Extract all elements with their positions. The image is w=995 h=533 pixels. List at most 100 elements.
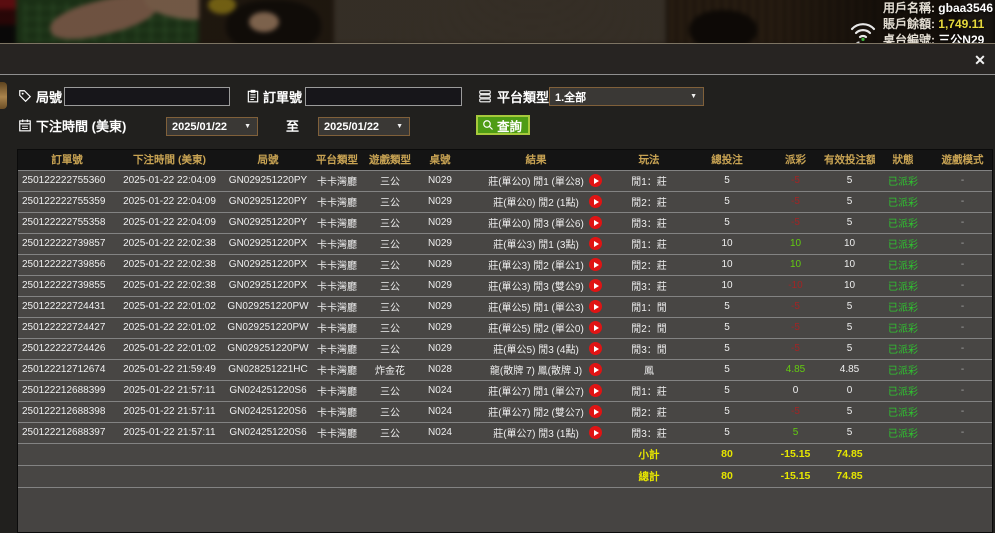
table-row: 250122212688397 2025-01-22 21:57:11 GN0242… — [18, 422, 992, 443]
date-to-select[interactable]: 2025/01/22 ▼ — [318, 117, 410, 136]
cell-status: 已派彩 — [888, 429, 918, 440]
cell-total: 5 — [724, 364, 730, 375]
cell-valid: 0 — [846, 385, 853, 396]
cell-game_type: 三公 — [380, 345, 400, 356]
replay-video-icon[interactable] — [589, 426, 602, 439]
cell-play: 閒2：莊 — [631, 198, 667, 209]
cell-total: 5 — [724, 427, 730, 438]
live-video-bar: 1 2 用戶名稱: gbaa3546 賬戶餘額: 1,749.11 桌台編號: … — [0, 0, 995, 44]
cell-valid: 5 — [846, 406, 853, 417]
cell-result: 莊(單公0) 閒2 (1點) — [461, 191, 611, 212]
table-row: 250122212688399 2025-01-22 21:57:11 GN0242… — [18, 380, 992, 401]
cell-total: 5 — [724, 385, 730, 396]
summary-value: -15.15 — [780, 448, 811, 460]
replay-video-icon[interactable] — [589, 384, 602, 397]
replay-video-icon[interactable] — [589, 174, 602, 187]
clipboard-icon — [246, 89, 260, 103]
replay-video-icon[interactable] — [589, 363, 602, 376]
result-text: 莊(單公5) 閒1 (單公3) — [488, 303, 584, 314]
cell-game_no: GN029251220PX — [228, 259, 308, 270]
cell-game_no: GN029251220PX — [228, 238, 308, 249]
search-icon — [483, 120, 493, 130]
cell-payout: -5 — [791, 406, 800, 417]
cell-valid: 5 — [846, 427, 853, 438]
cell-result: 莊(單公0) 閒1 (單公8) — [461, 170, 611, 191]
replay-video-icon[interactable] — [589, 342, 602, 355]
cell-time: 2025-01-22 22:02:38 — [123, 238, 216, 249]
cell-play: 閒2：莊 — [631, 408, 667, 419]
order-no-label: 訂單號 — [263, 90, 303, 105]
cell-total: 5 — [724, 322, 730, 333]
cell-game_no: GN029251220PY — [228, 196, 308, 207]
table-row: 250122222724426 2025-01-22 22:01:02 GN0292… — [18, 338, 992, 359]
username-label: 用戶名稱: — [882, 1, 935, 15]
cell-play: 閒1：莊 — [631, 240, 667, 251]
replay-video-icon[interactable] — [589, 216, 602, 229]
column-header: 遊戲模式 — [931, 150, 992, 170]
date-from-select[interactable]: 2025/01/22 ▼ — [166, 117, 258, 136]
cell-valid: 10 — [843, 259, 856, 270]
search-button[interactable]: 查詢 — [476, 115, 531, 135]
search-button-label: 查詢 — [497, 119, 523, 134]
side-tab-handle[interactable] — [0, 82, 7, 109]
cell-valid: 5 — [846, 217, 853, 228]
table-row: 250122222739856 2025-01-22 22:02:38 GN0292… — [18, 254, 992, 275]
cell-payout: -5 — [791, 196, 800, 207]
summary-value: 74.85 — [836, 448, 863, 460]
cell-game_type: 三公 — [380, 177, 400, 188]
cell-valid: 5 — [846, 175, 853, 186]
bet-history-screen: 1 2 用戶名稱: gbaa3546 賬戶餘額: 1,749.11 桌台編號: … — [0, 0, 995, 533]
replay-video-icon[interactable] — [589, 300, 602, 313]
cell-status: 已派彩 — [888, 324, 918, 335]
cell-order: 250122222755358 — [22, 217, 106, 228]
cell-status: 已派彩 — [888, 408, 918, 419]
cell-table_no: N024 — [428, 427, 452, 438]
game-no-input[interactable] — [64, 87, 230, 106]
column-header: 遊戲類型 — [361, 150, 419, 170]
cell-payout: -10 — [788, 280, 803, 291]
cell-table_no: N029 — [428, 217, 452, 228]
cell-table_no: N029 — [428, 301, 452, 312]
replay-video-icon[interactable] — [589, 279, 602, 292]
replay-video-icon[interactable] — [589, 195, 602, 208]
result-text: 莊(單公5) 閒2 (單公0) — [488, 324, 584, 335]
balance-label: 賬戶餘額: — [882, 17, 935, 31]
result-text: 龍(散牌 7) 鳳(散牌 J) — [489, 366, 583, 377]
cell-status: 已派彩 — [888, 198, 918, 209]
platform-type-select[interactable]: 1.全部 ▼ — [549, 87, 704, 106]
order-no-input[interactable] — [305, 87, 462, 106]
cell-game_no: GN028251221HC — [228, 364, 308, 375]
chevron-down-icon: ▼ — [690, 93, 697, 100]
table-row: 250122222724431 2025-01-22 22:01:02 GN0292… — [18, 296, 992, 317]
column-header: 派彩 — [767, 150, 824, 170]
replay-video-icon[interactable] — [589, 405, 602, 418]
cell-play: 閒1：閒 — [631, 303, 667, 314]
cell-play: 閒2：閒 — [631, 324, 667, 335]
cell-game_no: GN029251220PW — [227, 301, 309, 312]
cell-play: 閒1：莊 — [631, 177, 667, 188]
table-row: 250122222755360 2025-01-22 22:04:09 GN0292… — [18, 170, 992, 191]
cell-time: 2025-01-22 21:57:11 — [123, 427, 216, 438]
close-icon[interactable]: ✕ — [971, 51, 989, 69]
platform-list-icon — [478, 89, 492, 103]
cell-result: 莊(單公5) 閒2 (單公0) — [461, 317, 611, 338]
table-row: 250122212712674 2025-01-22 21:59:49 GN0282… — [18, 359, 992, 380]
result-text: 莊(單公0) 閒3 (單公6) — [488, 219, 584, 230]
replay-video-icon[interactable] — [589, 258, 602, 271]
cell-order: 250122222739857 — [22, 238, 106, 249]
cell-result: 莊(單公7) 閒3 (1點) — [461, 422, 611, 443]
cell-play: 閒3：莊 — [631, 429, 667, 440]
calendar-icon — [18, 118, 32, 132]
date-range-to-label: 至 — [286, 119, 300, 134]
replay-video-icon[interactable] — [589, 321, 602, 334]
cell-total: 10 — [721, 280, 733, 291]
column-header: 狀態 — [875, 150, 931, 170]
replay-video-icon[interactable] — [589, 237, 602, 250]
cell-game_no: GN029251220PW — [227, 343, 309, 354]
cell-status: 已派彩 — [888, 387, 918, 398]
cell-game_no: GN029251220PX — [228, 280, 308, 291]
cell-platform: 卡卡灣廳 — [317, 198, 357, 209]
cell-result: 莊(單公0) 閒3 (單公6) — [461, 212, 611, 233]
cell-total: 5 — [724, 301, 730, 312]
cell-mode: - — [960, 217, 965, 228]
